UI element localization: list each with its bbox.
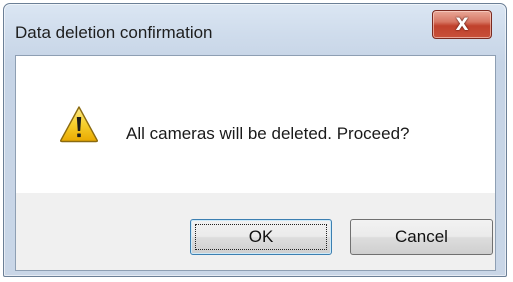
close-icon: X bbox=[455, 14, 469, 35]
warning-icon bbox=[59, 106, 99, 143]
dialog-body: All cameras will be deleted. Proceed? OK… bbox=[15, 55, 496, 271]
focus-rectangle bbox=[195, 224, 327, 250]
dialog-window: Data deletion confirmation X All cameras… bbox=[3, 3, 507, 277]
close-button[interactable]: X bbox=[432, 10, 492, 39]
window-title: Data deletion confirmation bbox=[15, 23, 213, 42]
message-text: All cameras will be deleted. Proceed? bbox=[126, 124, 410, 143]
button-bar: OK Cancel bbox=[16, 193, 495, 270]
cancel-button-label: Cancel bbox=[395, 227, 448, 246]
cancel-button[interactable]: Cancel bbox=[350, 219, 493, 255]
message-area: All cameras will be deleted. Proceed? bbox=[16, 56, 495, 193]
ok-button[interactable]: OK bbox=[190, 219, 332, 255]
